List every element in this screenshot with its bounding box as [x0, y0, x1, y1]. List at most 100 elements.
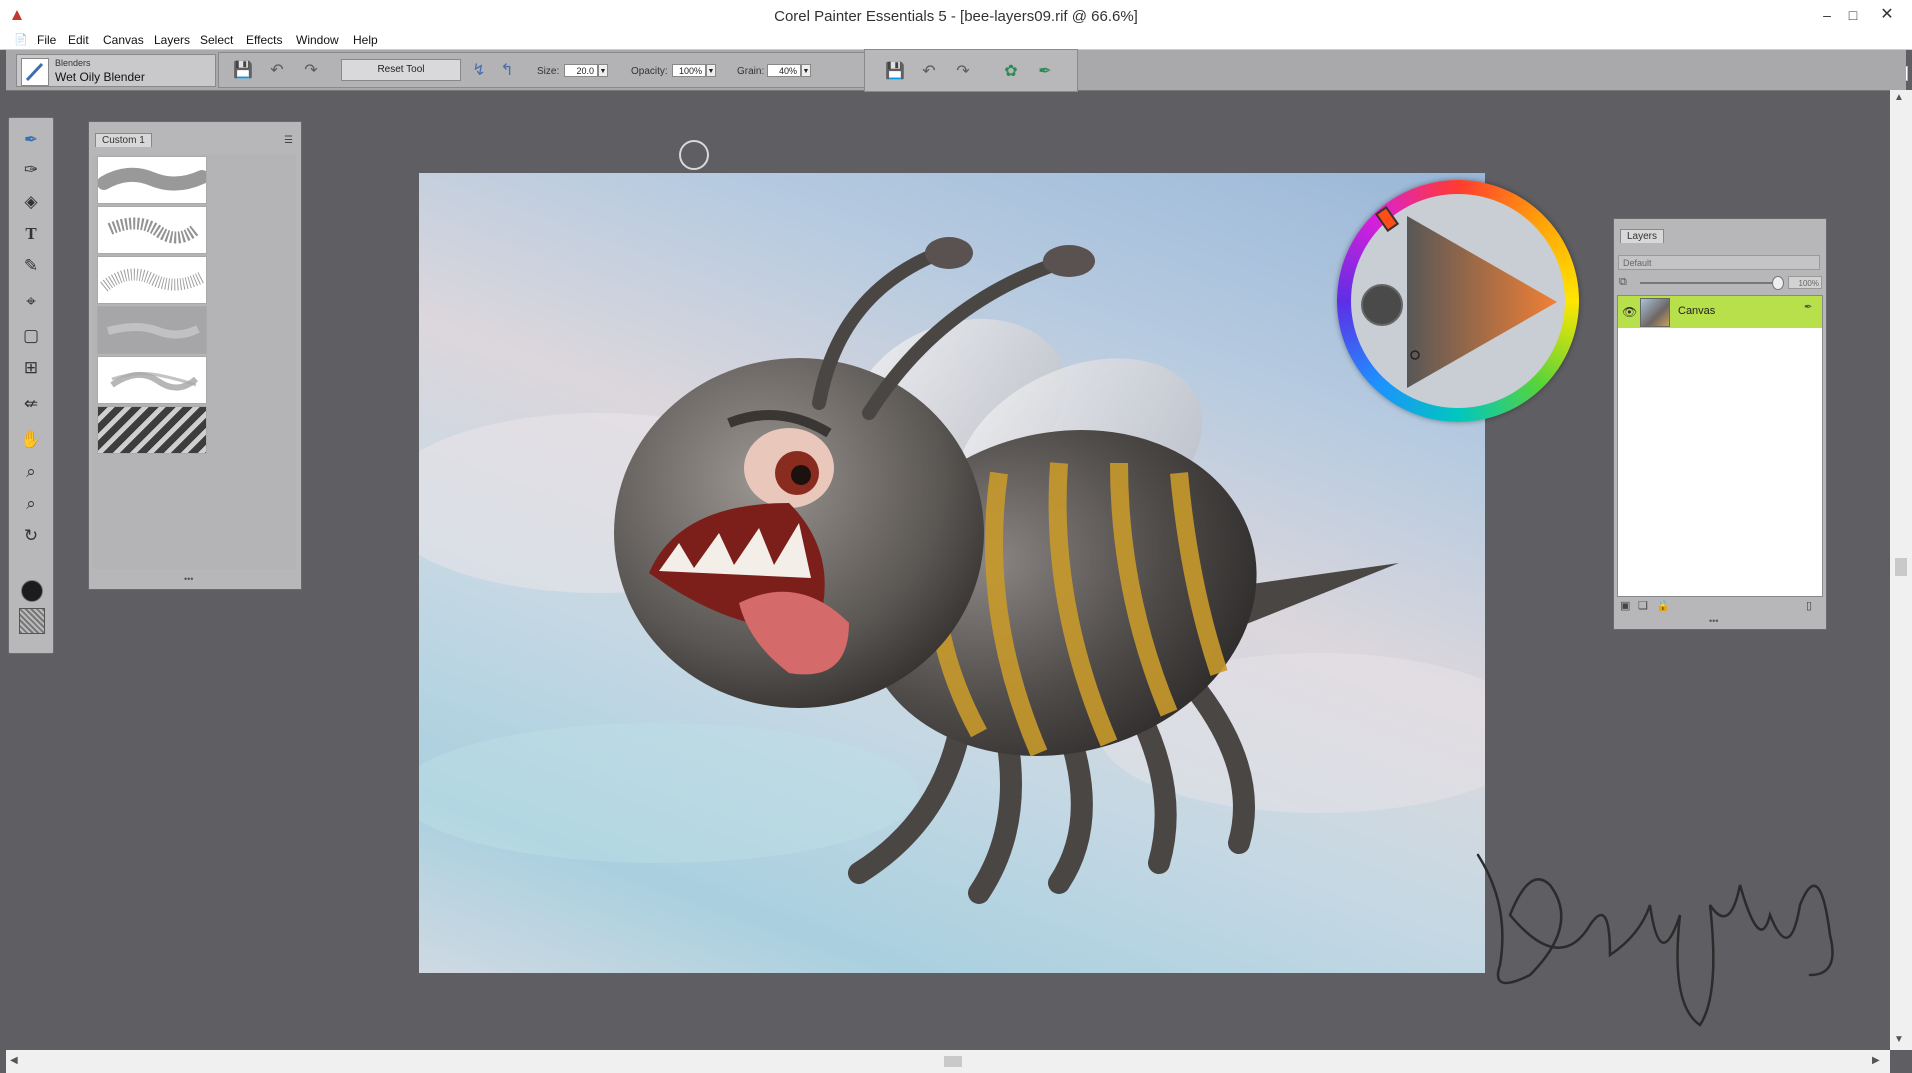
text-tool-icon[interactable]: T [19, 222, 43, 246]
new-layer-icon[interactable]: ▣ [1620, 599, 1630, 612]
size-label: Size: [537, 66, 560, 77]
scroll-left-arrow[interactable]: ◀ [10, 1055, 18, 1066]
grain-input[interactable]: 40% [767, 64, 801, 77]
brush-stroke-item[interactable] [97, 356, 207, 404]
menu-select[interactable]: Select [200, 33, 233, 47]
transform-tool-icon[interactable]: ⊞ [19, 356, 43, 380]
layer-opacity-slider[interactable] [1640, 282, 1782, 284]
opacity-label: Opacity: [631, 66, 668, 77]
scroll-up-arrow[interactable]: ▲ [1894, 92, 1904, 103]
tab-custom-1[interactable]: Custom 1 [95, 133, 152, 147]
brush-stroke-item-selected[interactable] [97, 306, 207, 354]
maximize-button[interactable]: □ [1836, 4, 1870, 26]
horizontal-scrollbar[interactable]: ◀ ▶ [6, 1050, 1890, 1073]
layer-actions-bar: ▣ ❏ 🔒 ▯ [1618, 599, 1822, 615]
menu-effects[interactable]: Effects [246, 33, 282, 47]
brush-variant: Wet Oily Blender [55, 70, 145, 84]
size-dropdown-button[interactable]: ▼ [598, 64, 608, 77]
layers-panel: Layers Default ⧉ 100% 👁 Canvas ✒ ▣ ❏ 🔒 ▯… [1613, 218, 1827, 630]
current-color-indicator [1361, 284, 1403, 326]
brush-stroke-item[interactable] [97, 156, 207, 204]
layer-opacity-value[interactable]: 100% [1788, 276, 1822, 289]
rotate-page-tool-icon[interactable]: ↻ [19, 524, 43, 548]
save-icon[interactable]: 💾 [885, 61, 905, 81]
horizontal-scroll-thumb[interactable] [944, 1056, 962, 1067]
bee-artwork [419, 237, 1485, 904]
brush-stroke-item[interactable] [97, 256, 207, 304]
brush-list [92, 154, 296, 569]
layer-adjuster-tool-icon[interactable]: ⇍ [19, 392, 43, 416]
redo-icon[interactable]: ↷ [953, 61, 973, 81]
title-bar: Corel Painter Essentials 5 - [bee-layers… [0, 0, 1912, 32]
layer-name: Canvas [1678, 305, 1716, 317]
close-button[interactable]: ✕ [1870, 4, 1904, 26]
rectangle-select-tool-icon[interactable]: ▢ [19, 324, 43, 348]
brush-selector[interactable]: Blenders Wet Oily Blender [16, 54, 216, 87]
eraser-tool-icon[interactable]: ✎ [19, 254, 43, 278]
grabber-tool-icon[interactable]: ✋ [19, 428, 43, 452]
duplicate-layer-icon[interactable]: ❏ [1638, 599, 1648, 612]
visibility-eye-icon[interactable]: 👁 [1622, 305, 1637, 319]
brush-icon [21, 58, 49, 86]
magnifier-tool-icon[interactable]: ⌕ [19, 460, 43, 484]
toolbox: ✒ ✑ ◈ T ✎ ⌖ ▢ ⊞ ⇍ ✋ ⌕ ⌕ ↻ [8, 117, 54, 654]
panel-resize-grip[interactable]: ••• [184, 574, 193, 584]
layer-list: 👁 Canvas ✒ [1617, 295, 1823, 597]
paint-bucket-tool-icon[interactable]: ◈ [19, 190, 43, 214]
menu-file[interactable]: File [37, 33, 56, 47]
menu-edit[interactable]: Edit [68, 33, 89, 47]
dropper-tool-icon[interactable]: ✑ [19, 158, 43, 182]
brush-library-panel: Custom 1 ☰ ••• [88, 121, 302, 590]
color-wheel[interactable] [1337, 180, 1579, 422]
grain-label: Grain: [737, 66, 765, 77]
grain-dropdown-button[interactable]: ▼ [801, 64, 811, 77]
lock-icon[interactable]: 🔒 [1656, 599, 1670, 612]
brush-stroke-item[interactable] [97, 406, 207, 454]
quick-toolbar: 💾 ↶ ↷ ✿ ✒ [864, 49, 1078, 92]
redo-icon[interactable]: ↷ [301, 60, 321, 80]
layer-brush-icon: ✒ [1804, 302, 1813, 313]
save-icon[interactable]: 💾 [233, 60, 253, 80]
layer-opacity-icon: ⧉ [1619, 276, 1627, 288]
scroll-down-arrow[interactable]: ▼ [1894, 1034, 1904, 1045]
menu-layers[interactable]: Layers [154, 33, 190, 47]
undo-icon[interactable]: ↶ [267, 60, 287, 80]
menu-help[interactable]: Help [353, 33, 378, 47]
layer-thumbnail [1640, 298, 1670, 327]
brush-cursor [679, 140, 709, 170]
undo-icon[interactable]: ↶ [919, 61, 939, 81]
vertical-scroll-thumb[interactable] [1895, 558, 1907, 576]
stroke-attribute-icon[interactable]: ↯ [469, 60, 489, 80]
zoom-out-tool-icon[interactable]: ⌕ [19, 492, 43, 516]
artist-signature [1476, 853, 1834, 1027]
panel-resize-grip[interactable]: ••• [1709, 616, 1718, 626]
layer-row[interactable]: 👁 Canvas ✒ [1618, 296, 1822, 328]
current-color-swatch[interactable] [21, 580, 43, 602]
opacity-input[interactable]: 100% [672, 64, 706, 77]
opacity-dropdown-button[interactable]: ▼ [706, 64, 716, 77]
dropper-brush-icon[interactable]: ✒ [1035, 61, 1055, 81]
reset-tool-button[interactable]: Reset Tool [341, 59, 461, 81]
brush-category: Blenders [55, 58, 91, 68]
tab-layers[interactable]: Layers [1620, 229, 1665, 243]
stroke-attribute-alt-icon[interactable]: ↰ [497, 60, 517, 80]
brush-stroke-item[interactable] [97, 206, 207, 254]
vertical-scrollbar[interactable]: ▲ ▼ [1890, 90, 1912, 1050]
composite-method-select[interactable]: Default [1618, 255, 1820, 270]
tool-options-panel: 💾 ↶ ↷ Reset Tool ↯ ↰ Size: 20.0 ▼ Opacit… [218, 52, 872, 88]
brush-tool-icon[interactable]: ✒ [19, 128, 43, 152]
menu-bar: 📄 File Edit Canvas Layers Select Effects… [0, 32, 1912, 81]
menu-canvas[interactable]: Canvas [103, 33, 144, 47]
menu-window[interactable]: Window [296, 33, 339, 47]
document-canvas[interactable] [419, 173, 1485, 973]
brush-ghost-icon[interactable]: ✿ [1001, 61, 1021, 81]
paper-texture-swatch[interactable] [19, 608, 45, 634]
layer-opacity-slider-thumb[interactable] [1772, 276, 1784, 290]
document-icon: 📄 [14, 34, 28, 46]
size-input[interactable]: 20.0 [564, 64, 598, 77]
delete-layer-icon[interactable]: ▯ [1806, 599, 1812, 612]
panel-menu-icon[interactable]: ☰ [284, 135, 293, 146]
window-title: Corel Painter Essentials 5 - [bee-layers… [774, 8, 1138, 25]
crop-tool-icon[interactable]: ⌖ [19, 290, 43, 314]
scroll-right-arrow[interactable]: ▶ [1872, 1055, 1880, 1066]
